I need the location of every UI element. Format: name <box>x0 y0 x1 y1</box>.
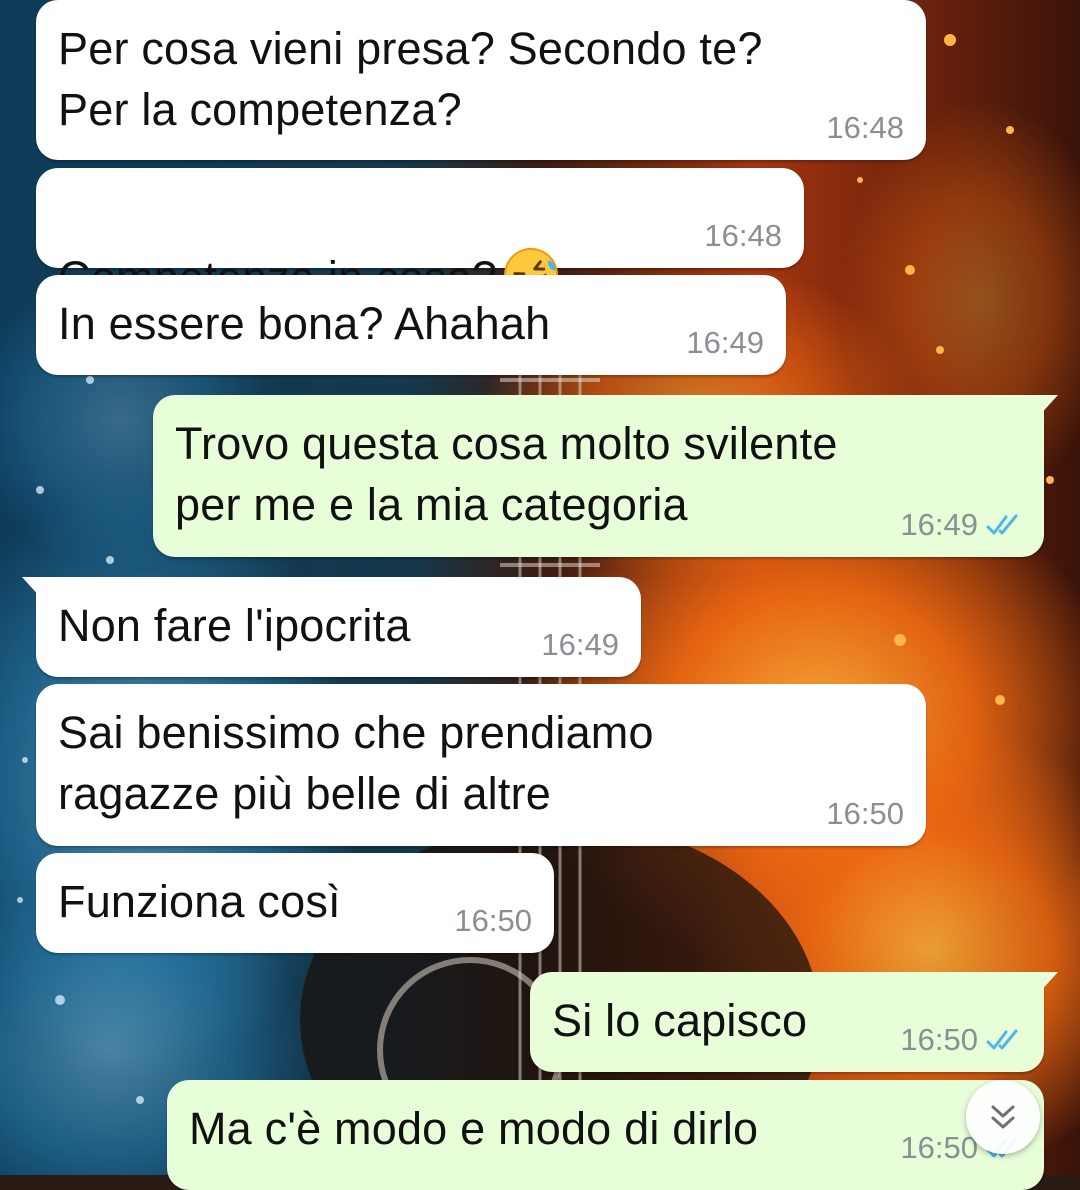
message-time: 16:49 <box>686 325 764 360</box>
scroll-to-bottom-button[interactable] <box>966 1080 1040 1154</box>
message-incoming[interactable]: Non fare l'ipocrita 16:49 <box>22 577 641 677</box>
message-time: 16:50 <box>900 1130 978 1165</box>
message-time: 16:50 <box>454 903 532 938</box>
message-incoming[interactable]: Competenza in cosa? 16:48 <box>36 168 804 303</box>
message-text: In essere bona? Ahahah <box>58 298 551 349</box>
message-incoming[interactable]: In essere bona? Ahahah 16:49 <box>36 275 786 375</box>
message-time: 16:50 <box>900 1022 978 1057</box>
bubble-tail <box>1032 395 1058 417</box>
message-meta: 16:49 <box>900 507 1022 543</box>
message-time: 16:48 <box>826 110 904 145</box>
message-meta: 16:50 <box>826 796 904 832</box>
message-meta: 16:49 <box>541 627 619 663</box>
message-incoming[interactable]: Sai benissimo che prendiamo ragazze più … <box>36 684 926 846</box>
message-meta: 16:50 <box>900 1022 1022 1058</box>
message-text: Ma c'è modo e modo di dirlo <box>189 1103 759 1154</box>
message-meta: 16:50 <box>454 903 532 939</box>
message-text: Trovo questa cosa molto svilente per me … <box>175 418 838 530</box>
double-check-icon <box>986 1029 1018 1050</box>
bubble-tail <box>22 577 48 599</box>
double-check-icon <box>986 514 1018 535</box>
message-meta: 16:48 <box>826 110 904 146</box>
message-incoming[interactable]: Per cosa vieni presa? Secondo te? Per la… <box>36 0 926 160</box>
message-outgoing[interactable]: Ma c'è modo e modo di dirlo 16:50 <box>167 1080 1044 1190</box>
message-time: 16:49 <box>541 627 619 662</box>
message-text: Per cosa vieni presa? Secondo te? Per la… <box>58 23 763 135</box>
message-meta: 16:48 <box>704 218 782 254</box>
message-time: 16:49 <box>900 507 978 542</box>
message-time: 16:50 <box>826 796 904 831</box>
message-outgoing[interactable]: Si lo capisco 16:50 <box>530 972 1058 1072</box>
message-text: Non fare l'ipocrita <box>58 600 411 651</box>
bubble-tail <box>1032 972 1058 994</box>
message-meta: 16:49 <box>686 325 764 361</box>
double-chevron-down-icon <box>991 1105 1015 1129</box>
message-incoming[interactable]: Funziona così 16:50 <box>36 853 554 953</box>
message-text: Sai benissimo che prendiamo ragazze più … <box>58 707 654 819</box>
message-outgoing[interactable]: Trovo questa cosa molto svilente per me … <box>153 395 1058 557</box>
message-time: 16:48 <box>704 218 782 253</box>
message-list[interactable]: Per cosa vieni presa? Secondo te? Per la… <box>0 0 1080 1190</box>
